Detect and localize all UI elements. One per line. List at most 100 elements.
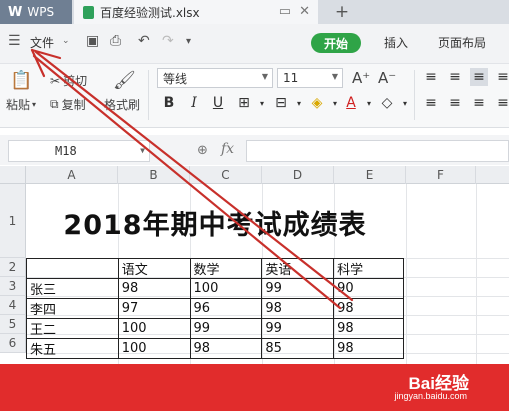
merge-cells-icon[interactable]: ⊟ [272, 94, 290, 112]
align-left-icon[interactable]: ≡ [422, 94, 440, 112]
table-cell[interactable]: 97 [117, 298, 191, 319]
align-middle-icon[interactable]: ≡ [446, 68, 464, 86]
chevron-down-icon[interactable]: ▾ [290, 94, 308, 112]
grow-font-button[interactable]: A⁺ [352, 69, 370, 87]
table-cell[interactable]: 100 [189, 278, 263, 299]
chevron-down-icon[interactable]: ⌄ [62, 36, 70, 46]
table-cell[interactable]: 100 [117, 338, 191, 359]
redo-icon[interactable]: ↷ [162, 33, 174, 49]
copy-button[interactable]: ⧉ 复制 [50, 96, 86, 113]
row-header-4[interactable]: 4 [0, 296, 26, 315]
cut-button[interactable]: ✂ 剪切 [50, 72, 87, 89]
close-tab-icon[interactable]: ✕ [299, 4, 310, 19]
table-cell[interactable]: 朱五 [26, 338, 119, 359]
row-header-1[interactable]: 1 [0, 184, 26, 258]
table-cell[interactable]: 99 [261, 278, 335, 299]
spreadsheet-grid[interactable]: A B C D E F 1 2 3 4 5 6 2018年期中考试成绩表 语文 … [0, 166, 509, 366]
scissors-icon: ✂ [50, 73, 61, 88]
table-cell[interactable]: 99 [189, 318, 263, 339]
select-all-corner[interactable] [0, 166, 26, 184]
tab-document[interactable]: 百度经验测试.xlsx ▭ ✕ [74, 0, 318, 24]
row-header-6[interactable]: 6 [0, 334, 26, 353]
align-center-icon[interactable]: ≡ [446, 94, 464, 112]
sheet-title-cell[interactable]: 2018年期中考试成绩表 [26, 186, 404, 258]
table-cell[interactable]: 96 [189, 298, 263, 319]
table-cell[interactable]: 98 [189, 338, 263, 359]
table-cell[interactable]: 李四 [26, 298, 119, 319]
table-cell[interactable]: 98 [333, 338, 404, 359]
table-cell[interactable]: 数学 [189, 258, 263, 279]
table-cell[interactable]: 张三 [26, 278, 119, 299]
column-header-f[interactable]: F [406, 166, 476, 184]
table-cell[interactable] [26, 258, 119, 279]
customize-chevron-icon[interactable]: ▾ [186, 36, 191, 47]
hamburger-menu-icon[interactable]: ☰ [8, 33, 21, 49]
tab-insert[interactable]: 插入 [384, 34, 408, 51]
font-name-select[interactable]: 等线 ▼ [157, 68, 273, 88]
column-header-b[interactable]: B [118, 166, 190, 184]
row-header-3[interactable]: 3 [0, 277, 26, 296]
format-painter-button[interactable]: 格式刷 [104, 96, 140, 113]
column-header-d[interactable]: D [262, 166, 334, 184]
fill-color-icon[interactable]: ◈ [308, 94, 326, 112]
monitor-icon[interactable]: ▭ [279, 4, 291, 19]
table-cell[interactable]: 98 [261, 298, 335, 319]
sheet-title: 2018年期中考试成绩表 [63, 209, 367, 241]
table-cell[interactable]: 85 [261, 338, 335, 359]
table-cell[interactable]: 语文 [117, 258, 191, 279]
table-cell[interactable]: 英语 [261, 258, 335, 279]
format-painter-icon[interactable]: 🖌 [113, 70, 136, 91]
table-header-row: 语文 数学 英语 科学 [26, 258, 404, 279]
document-tab-label: 百度经验测试.xlsx [100, 5, 200, 20]
bold-button[interactable]: B [160, 94, 178, 112]
underline-button[interactable]: U [209, 94, 227, 112]
align-extra-icon[interactable]: ≡ [494, 68, 509, 86]
table-row: 朱五 100 98 85 98 [26, 338, 404, 359]
borders-icon[interactable]: ⊞ [235, 94, 253, 112]
new-tab-button[interactable]: + [328, 0, 356, 24]
paste-button[interactable]: 粘贴 ▾ [6, 96, 36, 113]
justify-icon[interactable]: ≡ [494, 94, 509, 112]
function-icon[interactable]: fx [221, 141, 234, 157]
table-cell[interactable]: 100 [117, 318, 191, 339]
font-color-icon[interactable]: A [342, 94, 360, 112]
align-right-icon[interactable]: ≡ [470, 94, 488, 112]
save-icon[interactable]: ▣ [86, 33, 99, 49]
zoom-icon[interactable]: ⊕ [197, 143, 208, 158]
chevron-down-icon[interactable]: ▾ [253, 94, 271, 112]
table-cell[interactable]: 99 [261, 318, 335, 339]
column-header-e[interactable]: E [334, 166, 406, 184]
italic-button[interactable]: I [185, 94, 203, 112]
name-box[interactable]: M18 ▼ [8, 140, 150, 162]
align-bottom-icon[interactable]: ≡ [470, 68, 488, 86]
undo-icon[interactable]: ↶ [138, 33, 150, 49]
row-header-5[interactable]: 5 [0, 315, 26, 334]
grades-table: 语文 数学 英语 科学 张三 98 100 99 90 李四 97 96 98 … [26, 258, 404, 359]
tab-start[interactable]: 开始 [311, 33, 361, 53]
table-cell[interactable]: 98 [333, 298, 404, 319]
chevron-down-icon[interactable]: ▾ [360, 94, 378, 112]
table-cell[interactable]: 王二 [26, 318, 119, 339]
tab-wps-home[interactable]: W WPS [0, 0, 72, 24]
formula-input[interactable] [246, 140, 509, 162]
chevron-down-icon[interactable]: ▾ [396, 94, 414, 112]
paste-icon[interactable]: 📋 [10, 70, 32, 91]
font-size-select[interactable]: 11 ▼ [277, 68, 343, 88]
shrink-font-button[interactable]: A⁻ [378, 69, 396, 87]
ribbon-toolbar: 📋 粘贴 ▾ ✂ 剪切 ⧉ 复制 🖌 格式刷 等线 ▼ 11 ▼ A⁺ A⁻ B … [0, 64, 509, 128]
table-cell[interactable]: 90 [333, 278, 404, 299]
align-top-icon[interactable]: ≡ [422, 68, 440, 86]
column-header-c[interactable]: C [190, 166, 262, 184]
watermark-band: Bai经验 jingyan.baidu.com [0, 364, 509, 411]
clear-format-icon[interactable]: ◇ [378, 94, 396, 112]
column-header-a[interactable]: A [26, 166, 118, 184]
print-icon[interactable]: ⎙ [110, 33, 121, 49]
file-menu[interactable]: 文件 [30, 34, 54, 51]
tab-page-layout[interactable]: 页面布局 [438, 34, 486, 51]
row-header-2[interactable]: 2 [0, 258, 26, 277]
spreadsheet-file-icon [83, 5, 94, 19]
table-cell[interactable]: 98 [333, 318, 404, 339]
table-cell[interactable]: 98 [117, 278, 191, 299]
divider [148, 70, 149, 120]
table-cell[interactable]: 科学 [333, 258, 404, 279]
